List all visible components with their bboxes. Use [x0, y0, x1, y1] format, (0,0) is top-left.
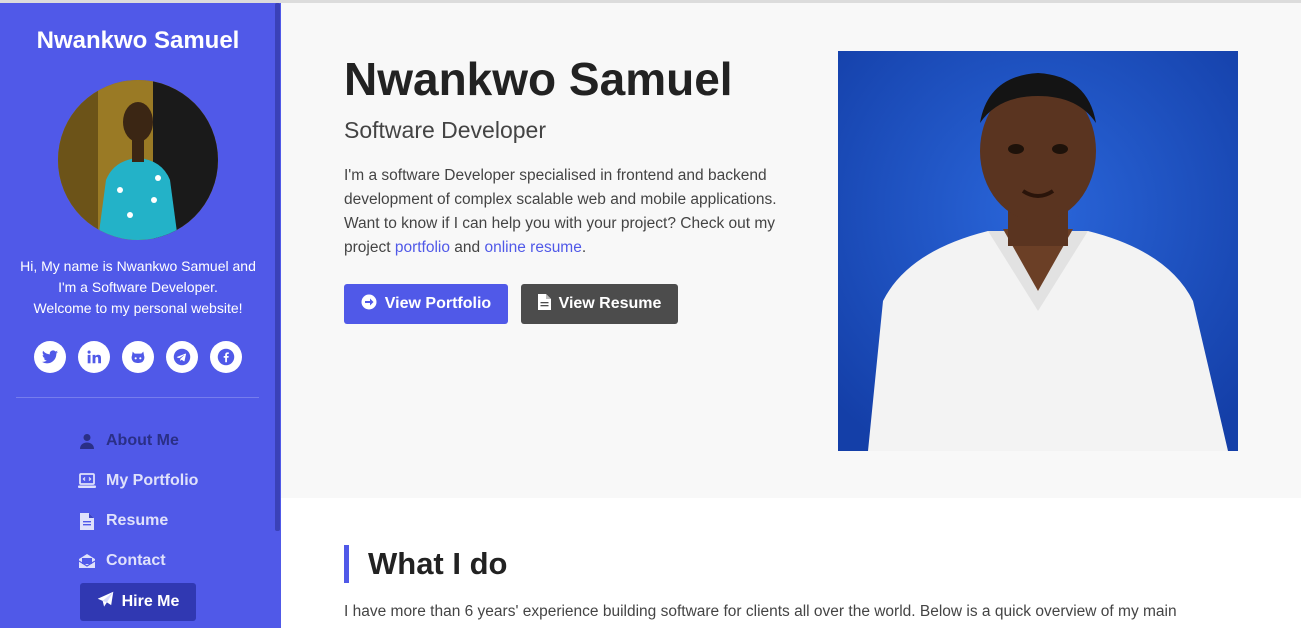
file-alt-icon — [537, 293, 551, 315]
hero-description: I'm a software Developer specialised in … — [344, 164, 794, 260]
bio-line: Welcome to my personal website! — [33, 300, 243, 316]
nav-item-about-me[interactable]: About Me — [78, 421, 198, 461]
telegram-icon[interactable] — [166, 341, 198, 373]
paper-plane-icon — [97, 591, 114, 613]
profile-photo — [838, 51, 1238, 451]
laptop-code-icon — [78, 472, 96, 490]
nav-label: My Portfolio — [106, 472, 199, 489]
envelope-icon — [78, 552, 96, 570]
sidebar-divider — [16, 397, 259, 398]
nav-item-contact[interactable]: Contact — [78, 541, 198, 581]
hero-name: Nwankwo Samuel — [344, 53, 733, 105]
arrow-circle-right-icon — [361, 294, 377, 315]
bio-line: Hi, My name is Nwankwo Samuel and — [20, 258, 256, 274]
hero-desc-text: and — [450, 239, 485, 256]
github-icon[interactable] — [122, 341, 154, 373]
hero-section: Nwankwo Samuel Software Developer I'm a … — [281, 3, 1301, 498]
bio-line: I'm a Software Developer. — [58, 279, 218, 295]
nav-item-resume[interactable]: Resume — [78, 501, 198, 541]
linkedin-icon[interactable] — [78, 341, 110, 373]
section-title: What I do — [344, 545, 507, 583]
nav-label: Resume — [106, 512, 169, 529]
hire-me-button[interactable]: Hire Me — [80, 583, 196, 621]
hero-role: Software Developer — [344, 117, 546, 143]
view-resume-button[interactable]: View Resume — [521, 284, 678, 324]
sidebar-bio: Hi, My name is Nwankwo Samuel and I'm a … — [10, 256, 266, 319]
facebook-icon[interactable] — [210, 341, 242, 373]
nav-item-my-portfolio[interactable]: My Portfolio — [78, 461, 198, 501]
twitter-icon[interactable] — [34, 341, 66, 373]
view-portfolio-button[interactable]: View Portfolio — [344, 284, 508, 324]
sidebar: Nwankwo Samuel Hi, My name is Nwankwo Sa… — [0, 3, 281, 628]
view-portfolio-label: View Portfolio — [384, 295, 492, 312]
avatar — [58, 80, 218, 240]
portfolio-link[interactable]: portfolio — [395, 239, 450, 256]
nav-label: About Me — [106, 432, 179, 449]
sidebar-nav: About Me My Portfolio Resume Contact — [78, 421, 198, 581]
social-links — [0, 341, 276, 373]
user-icon — [78, 432, 96, 450]
section-text: I have more than 6 years' experience bui… — [344, 603, 1177, 620]
hero-desc-text: . — [581, 239, 587, 256]
view-resume-label: View Resume — [558, 295, 662, 312]
sidebar-scrollbar[interactable] — [275, 3, 280, 531]
nav-label: Contact — [106, 552, 166, 569]
online-resume-link[interactable]: online resume — [484, 239, 581, 256]
file-icon — [78, 512, 96, 530]
hire-me-label: Hire Me — [121, 593, 180, 610]
sidebar-title: Nwankwo Samuel — [36, 27, 240, 54]
